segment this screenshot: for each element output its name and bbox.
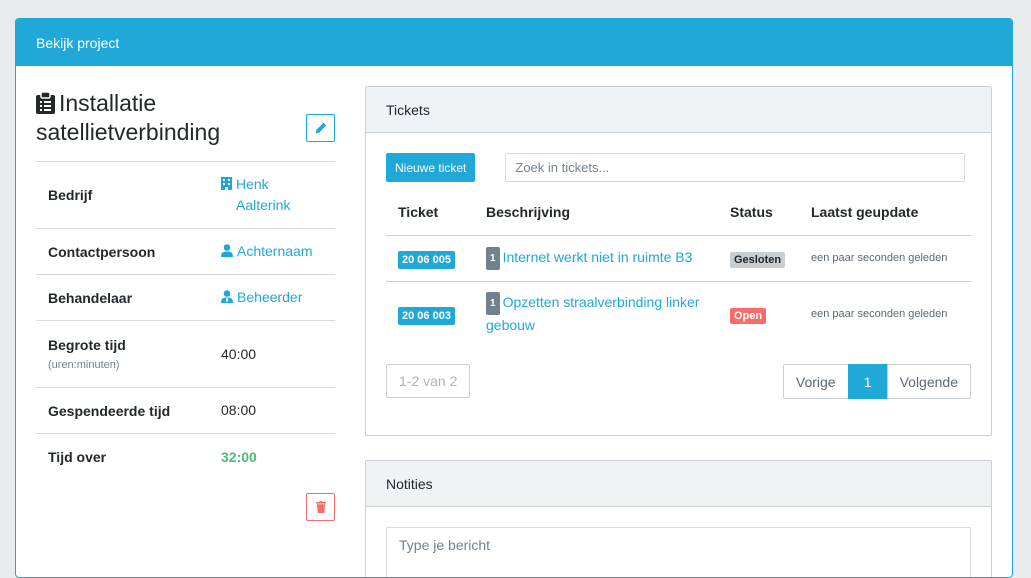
updated-cell: een paar seconden geleden xyxy=(811,308,948,321)
comment-count-badge: 1 xyxy=(486,246,500,270)
field-row-begrote-tijd: Begrote tijd (uren:minuten) 40:00 xyxy=(36,321,335,388)
description-cell[interactable]: 1 Internet werkt niet in ruimte B3 xyxy=(474,235,718,282)
field-row-tijd-over: Tijd over 32:00 xyxy=(36,434,335,480)
updated-cell: een paar seconden geleden xyxy=(799,235,971,282)
tickets-title: Tickets xyxy=(386,101,430,118)
ticket-id-badge[interactable]: 20 06 005 xyxy=(398,251,455,269)
column-header: Ticket xyxy=(386,189,474,236)
tickets-header: Tickets xyxy=(366,87,991,133)
field-label: Bedrijf xyxy=(48,187,93,203)
company-name: Henk Aalterink xyxy=(236,176,291,213)
tickets-toolbar: Nieuwe ticket xyxy=(386,153,966,182)
column-header: Beschrijving xyxy=(474,189,718,236)
trash-icon xyxy=(315,501,326,513)
comment-count-badge: 1 xyxy=(486,292,500,316)
description-cell[interactable]: 1 Opzetten straalverbinding linker gebouw xyxy=(474,281,718,347)
page-1-button[interactable]: 1 xyxy=(847,364,888,399)
notes-title: Notities xyxy=(386,475,433,492)
user-icon xyxy=(221,244,233,257)
budget-time-value: 40:00 xyxy=(221,345,257,362)
field-label: Tijd over xyxy=(48,449,107,465)
column-header: Laatst geupdate xyxy=(799,189,971,236)
field-row-contactpersoon: Contactpersoon Achternaam xyxy=(36,229,335,275)
results-range: 1-2 van 2 xyxy=(386,364,471,398)
field-row-bedrijf: Bedrijf Henk Aalterink xyxy=(36,162,335,229)
project-title-row: Installatie satellietverbinding xyxy=(36,89,335,162)
field-label-text: Begrote tijd xyxy=(48,337,126,353)
tickets-card: Tickets Nieuwe ticket Ticket Beschrijvin… xyxy=(365,86,992,436)
field-label: Behandelaar xyxy=(48,289,133,306)
user-tie-icon xyxy=(221,290,233,303)
project-title-text: Installatie satellietverbinding xyxy=(36,90,221,145)
panel-header: Bekijk project xyxy=(16,19,1012,66)
remaining-time-value: 32:00 xyxy=(221,448,257,465)
pagination: Vorige 1 Volgende xyxy=(782,364,971,399)
tickets-table: Ticket Beschrijving Status Laatst geupda… xyxy=(386,189,971,347)
table-row[interactable]: 20 06 005 1 Internet werkt niet in ruimte… xyxy=(386,235,971,282)
table-row[interactable]: 20 06 003 1 Opzetten straalverbinding lin… xyxy=(386,281,971,347)
ticket-id-cell: 20 06 005 xyxy=(386,235,474,282)
contact-name: Achternaam xyxy=(237,243,313,259)
ticket-description-link[interactable]: Opzetten straalverbinding linker gebouw xyxy=(486,294,699,333)
status-cell: Open xyxy=(718,281,799,347)
next-page-button[interactable]: Volgende xyxy=(886,364,971,399)
ticket-id-badge[interactable]: 20 06 003 xyxy=(398,307,455,326)
message-input[interactable] xyxy=(386,527,971,577)
spent-time-value: 08:00 xyxy=(221,402,257,418)
panel-title: Bekijk project xyxy=(36,34,120,51)
status-badge: Gesloten xyxy=(730,252,786,268)
handler-name: Beheerder xyxy=(237,289,303,305)
prev-page-button[interactable]: Vorige xyxy=(782,364,849,399)
ticket-search-input[interactable] xyxy=(505,153,966,182)
company-link[interactable]: Henk Aalterink xyxy=(221,174,306,216)
handler-link[interactable]: Beheerder xyxy=(221,287,302,308)
status-cell: Gesloten xyxy=(718,235,799,282)
field-label: Contactpersoon xyxy=(48,243,156,260)
notes-header: Notities xyxy=(366,461,991,507)
field-label: Gespendeerde tijd xyxy=(48,402,171,419)
ticket-description-link[interactable]: Internet werkt niet in ruimte B3 xyxy=(503,249,693,265)
project-details: Installatie satellietverbinding Bedrijf … xyxy=(36,89,335,480)
field-row-behandelaar: Behandelaar Beheerder xyxy=(36,275,335,321)
field-label: Begrote tijd (uren:minuten) xyxy=(48,337,221,371)
building-icon xyxy=(221,177,232,190)
project-panel: Bekijk project Installatie satellietverb… xyxy=(15,18,1013,578)
ticket-id-cell: 20 06 003 xyxy=(386,281,474,347)
table-header-row: Ticket Beschrijving Status Laatst geupda… xyxy=(386,189,971,236)
field-sublabel: (uren:minuten) xyxy=(48,359,120,371)
pencil-icon xyxy=(315,122,326,134)
contact-link[interactable]: Achternaam xyxy=(221,241,312,262)
notes-card: Notities xyxy=(365,460,992,577)
delete-project-button[interactable] xyxy=(306,493,335,521)
field-row-gespendeerde-tijd: Gespendeerde tijd 08:00 xyxy=(36,388,335,434)
project-title: Installatie satellietverbinding xyxy=(36,89,306,147)
edit-project-button[interactable] xyxy=(306,114,335,142)
status-badge: Open xyxy=(730,308,767,325)
column-header: Status xyxy=(718,189,799,236)
new-ticket-button[interactable]: Nieuwe ticket xyxy=(386,153,476,182)
clipboard-list-icon xyxy=(36,91,55,114)
